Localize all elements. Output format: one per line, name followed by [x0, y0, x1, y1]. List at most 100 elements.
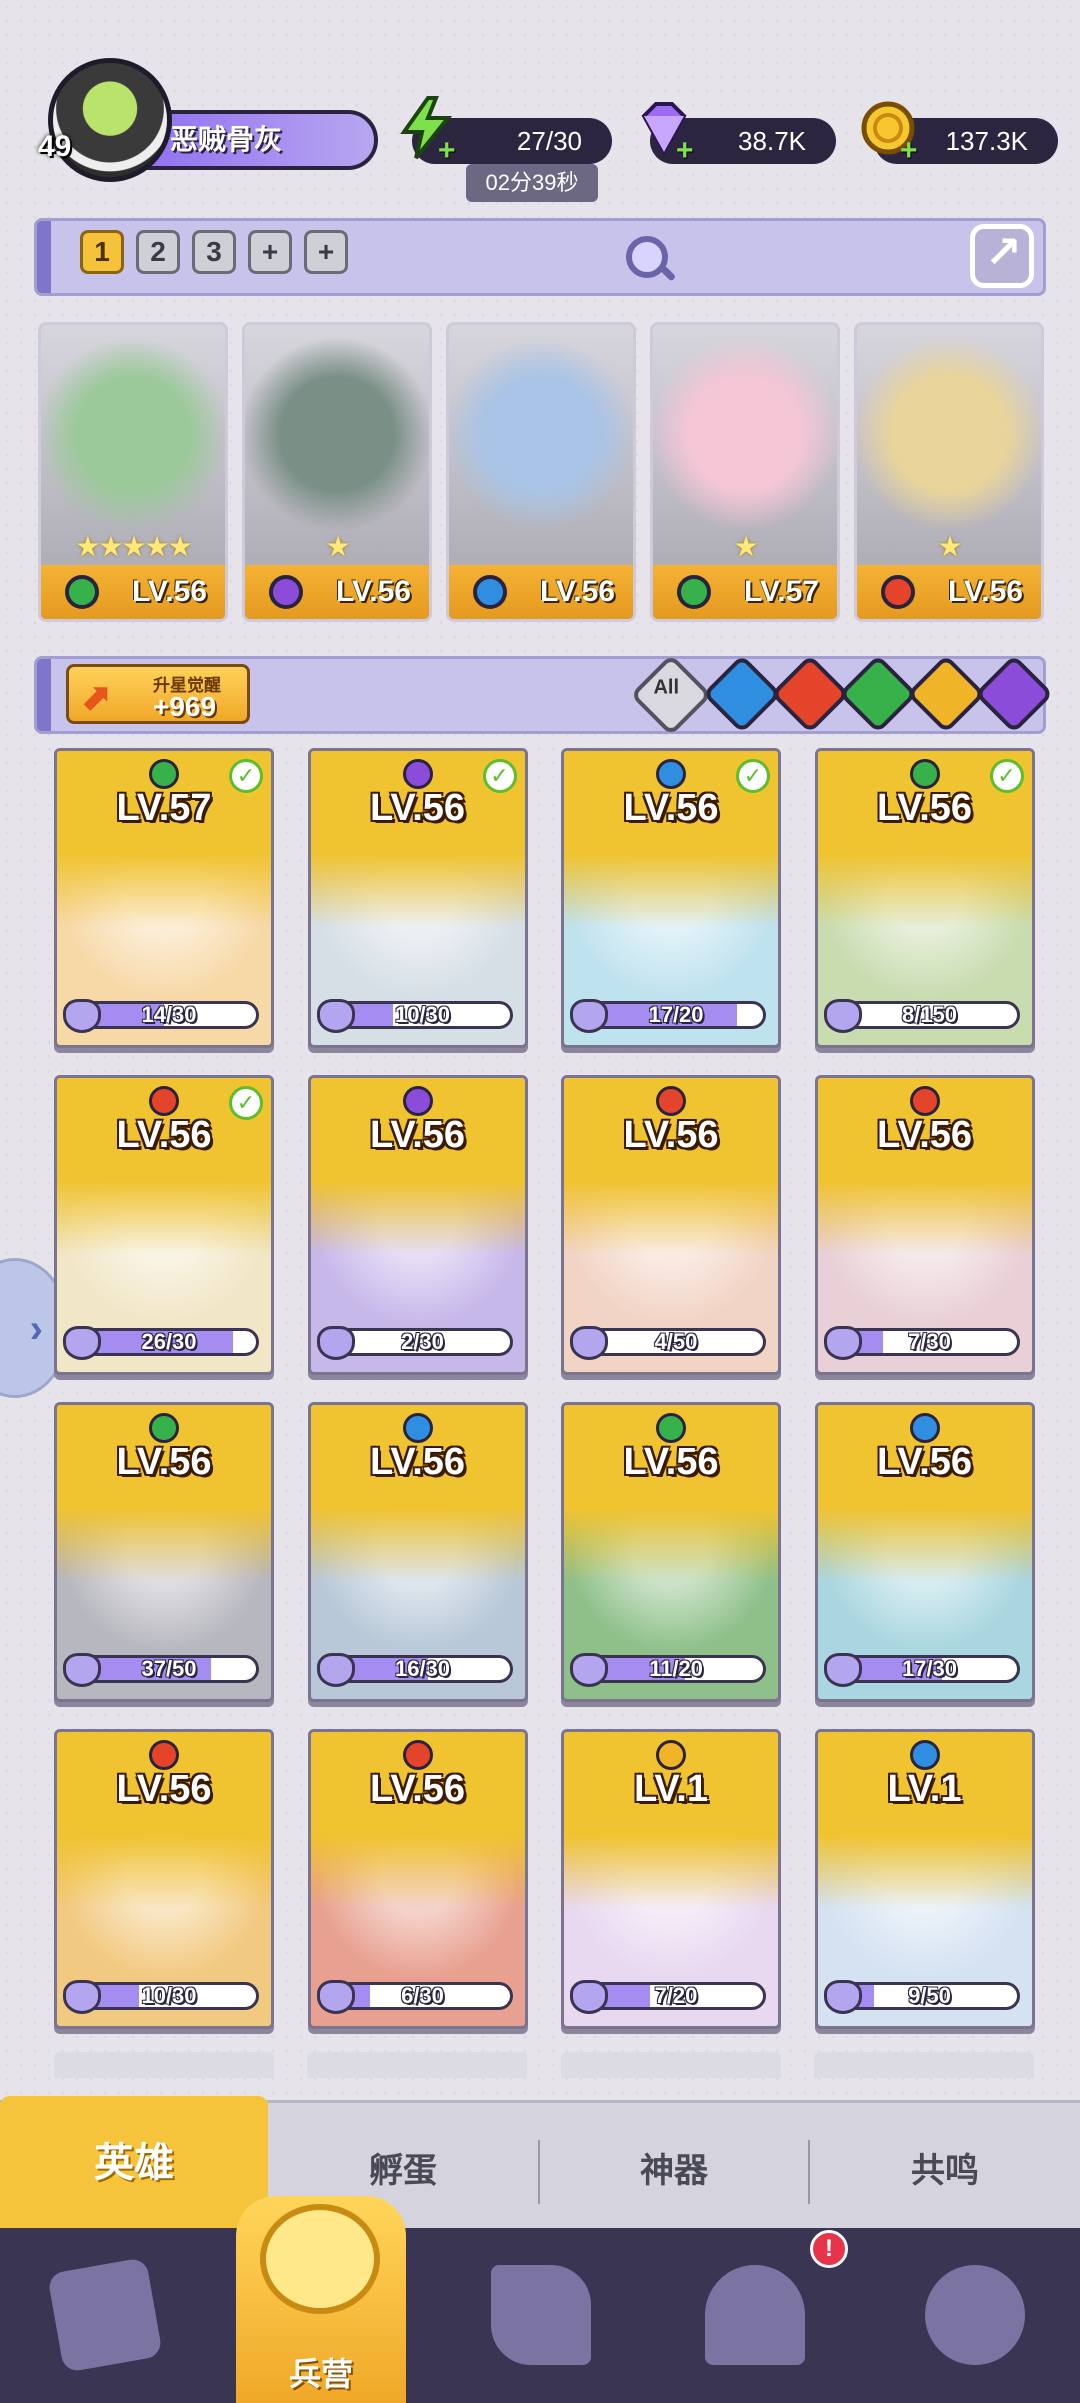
hero-card[interactable]: ✓ LV.57 14/30: [54, 748, 274, 1048]
hero-card[interactable]: ✓ LV.56 26/30: [54, 1075, 274, 1375]
shard-progress-bar: 6/30: [332, 1982, 513, 2010]
shard-progress-bar: 17/30: [839, 1655, 1020, 1683]
shard-progress-bar: 4/50: [586, 1328, 766, 1356]
nav-cards[interactable]: [30, 2240, 180, 2390]
element-grass-icon: [909, 759, 940, 789]
team-tab-2[interactable]: 2: [136, 230, 180, 274]
hero-level: LV.57: [116, 787, 212, 829]
hero-card[interactable]: LV.56 10/30: [54, 1729, 274, 2029]
nav-barracks[interactable]: 兵营: [236, 2196, 406, 2403]
hero-stars: ★: [325, 531, 350, 562]
shard-progress-bar: 8/150: [839, 1001, 1020, 1029]
team-hero-card[interactable]: ★★★★★ LV.56: [38, 322, 228, 622]
shard-count: 14/30: [141, 1002, 197, 1027]
element-grass-icon: [65, 575, 99, 609]
element-fire-icon: [909, 1086, 940, 1116]
hero-level: LV.56: [131, 575, 207, 608]
hero-card[interactable]: LV.56 11/20: [561, 1402, 781, 1702]
team-hero-card[interactable]: ★ LV.56: [854, 322, 1044, 622]
element-water-icon: [909, 1740, 940, 1770]
team-selector-bar: [34, 218, 1046, 296]
share-icon[interactable]: [970, 224, 1034, 288]
nav-temple[interactable]: [680, 2240, 830, 2390]
hero-level: LV.57: [743, 575, 819, 608]
hero-card[interactable]: LV.56 4/50: [561, 1075, 781, 1375]
hero-card[interactable]: ✓ LV.56 8/150: [814, 748, 1035, 1048]
hero-level: LV.56: [369, 1114, 466, 1156]
hero-card[interactable]: ✓ LV.56 17/20: [561, 748, 781, 1048]
star-up-button[interactable]: ⬈ 升星觉醒 +969: [66, 664, 250, 724]
element-light-icon: [656, 1740, 686, 1770]
hero-level: LV.56: [335, 575, 411, 608]
team-tab-3[interactable]: 3: [192, 230, 236, 274]
gold-resource[interactable]: + 137.3K: [861, 101, 1058, 166]
hero-card[interactable]: LV.56 37/50: [54, 1402, 274, 1702]
shard-count: 16/30: [394, 1656, 451, 1681]
shard-icon: [570, 999, 608, 1033]
shard-icon: [823, 1326, 862, 1360]
energy-resource[interactable]: + 27/30: [400, 96, 612, 166]
hero-card[interactable]: LV.56 17/30: [814, 1402, 1035, 1702]
shard-progress-bar: 17/20: [586, 1001, 766, 1029]
tab-resonance[interactable]: 共鸣: [810, 2112, 1080, 2230]
shard-progress-bar: 26/30: [79, 1328, 259, 1356]
shard-icon: [63, 1653, 101, 1687]
hero-stars: ★: [937, 531, 962, 562]
hero-level: LV.56: [876, 1441, 973, 1483]
hero-level: LV.56: [623, 1114, 719, 1156]
team-tab-add-1[interactable]: +: [248, 230, 292, 274]
gem-resource[interactable]: + 38.7K: [641, 102, 836, 166]
element-fire-icon: [149, 1086, 179, 1116]
shard-icon: [316, 999, 355, 1033]
team-hero-card[interactable]: ★ LV.57: [650, 322, 840, 622]
shard-icon: [570, 1653, 608, 1687]
hero-card[interactable]: LV.56 16/30: [307, 1402, 528, 1702]
element-grass-icon: [149, 759, 179, 789]
hero-card[interactable]: ✓ LV.56 10/30: [307, 748, 528, 1048]
hero-card[interactable]: LV.56 7/30: [814, 1075, 1035, 1375]
hero-card[interactable]: LV.56 6/30: [307, 1729, 528, 2029]
shard-progress-bar: 16/30: [332, 1655, 513, 1683]
shop-icon: [925, 2265, 1025, 2365]
shard-count: 6/30: [401, 1983, 444, 2008]
add-energy-icon[interactable]: +: [438, 136, 456, 166]
nav-map[interactable]: [466, 2240, 616, 2390]
next-row-peek: [307, 2052, 527, 2078]
team-tab-add-2[interactable]: +: [304, 230, 348, 274]
team-tab-1[interactable]: 1: [80, 230, 124, 274]
hero-card[interactable]: LV.1 9/50: [814, 1729, 1035, 2029]
element-water-icon: [473, 575, 507, 609]
nav-shop[interactable]: [900, 2240, 1050, 2390]
element-water-icon: [402, 1413, 433, 1443]
hero-level: LV.56: [369, 1441, 466, 1483]
shard-icon: [570, 1326, 608, 1360]
hero-level: LV.56: [623, 1441, 719, 1483]
hero-card[interactable]: LV.1 7/20: [561, 1729, 781, 2029]
hero-level: LV.56: [876, 787, 973, 829]
shard-progress-bar: 7/20: [586, 1982, 766, 2010]
shard-icon: [316, 1980, 355, 2014]
hero-level-bar: LV.57: [653, 565, 837, 619]
shard-count: 4/50: [654, 1329, 698, 1354]
element-dark-icon: [402, 759, 433, 789]
shard-count: 7/30: [908, 1329, 951, 1354]
add-gem-icon[interactable]: +: [676, 136, 694, 166]
team-hero-card[interactable]: LV.56: [446, 322, 636, 622]
shard-progress-bar: 2/30: [332, 1328, 513, 1356]
hero-level: LV.56: [623, 787, 719, 829]
search-icon[interactable]: [626, 236, 668, 278]
nav-barracks-label: 兵营: [288, 2356, 353, 2392]
add-gold-icon[interactable]: +: [900, 136, 918, 166]
hero-level: LV.56: [876, 1114, 973, 1156]
tab-heroes[interactable]: 英雄: [0, 2096, 268, 2230]
team-hero-card[interactable]: ★ LV.56: [242, 322, 432, 622]
next-row-peek: [54, 2052, 274, 2078]
hero-card[interactable]: LV.56 2/30: [307, 1075, 528, 1375]
gold-value: 137.3K: [945, 126, 1028, 156]
element-fire-icon: [881, 575, 915, 609]
element-grass-icon: [149, 1413, 179, 1443]
tab-artifacts[interactable]: 神器: [540, 2112, 808, 2230]
element-water-icon: [909, 1413, 940, 1443]
cards-icon: [47, 2257, 163, 2373]
hero-level: LV.56: [116, 1441, 212, 1483]
